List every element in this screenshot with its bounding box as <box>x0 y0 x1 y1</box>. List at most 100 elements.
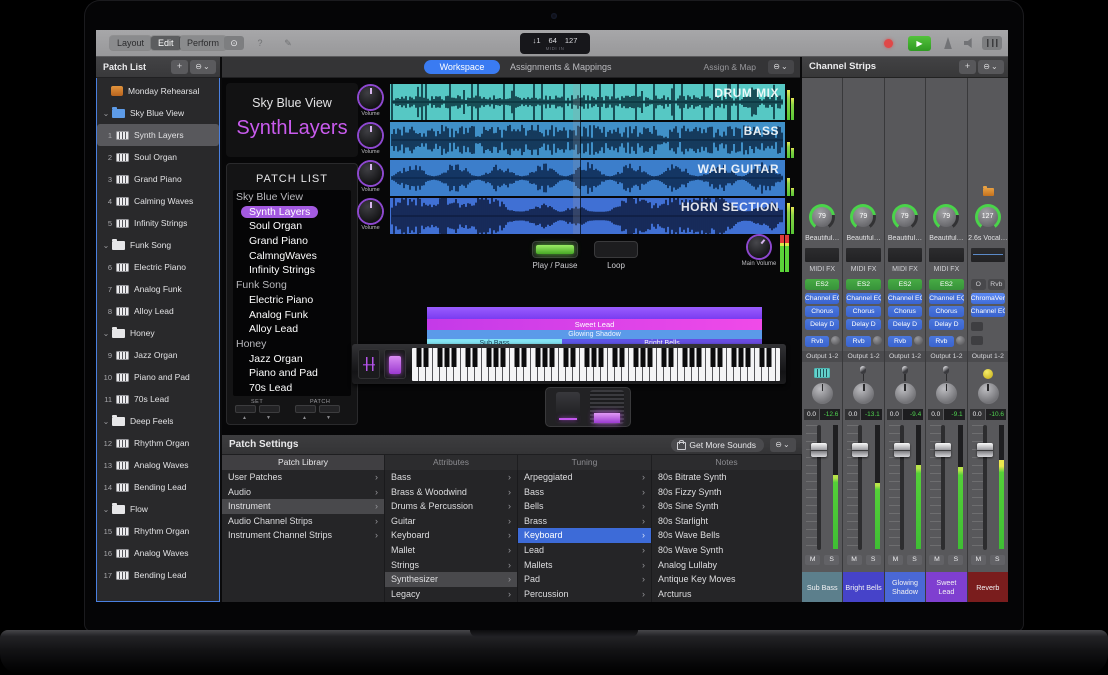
eq-thumbnail[interactable] <box>888 248 922 262</box>
list-item[interactable]: Alloy Lead <box>233 322 351 337</box>
tab-tuning[interactable]: Tuning <box>518 455 652 470</box>
tuner-button[interactable]: ✎ <box>278 36 298 50</box>
patch-item[interactable]: 8Alloy Lead <box>97 300 219 322</box>
chevron-down-icon[interactable] <box>102 241 110 250</box>
pitch-mod-wheels[interactable] <box>358 349 380 379</box>
instrument-plugin[interactable]: ES2 <box>846 279 880 290</box>
playhead[interactable] <box>573 84 580 234</box>
list-item[interactable]: Electric Piano <box>233 293 351 308</box>
patch-item[interactable]: 10Piano and Pad <box>97 366 219 388</box>
play-button[interactable]: ▶ <box>908 36 931 51</box>
list-item[interactable]: Analog Funk <box>233 308 351 323</box>
mute-button[interactable]: M <box>929 555 944 565</box>
audio-fx-plugin[interactable]: Chorus <box>846 306 880 317</box>
record-button[interactable] <box>884 39 893 48</box>
set-folder-item[interactable]: Deep Feels <box>97 410 219 432</box>
mute-button[interactable]: M <box>805 555 820 565</box>
list-item[interactable]: Guitar› <box>385 514 517 529</box>
strip-name-plate[interactable]: Sweet Lead <box>926 572 966 602</box>
instrument-plugin[interactable]: ES2 <box>929 279 963 290</box>
assign-map-button[interactable]: Assign & Map <box>704 57 756 77</box>
strip-name-plate[interactable]: Reverb <box>968 572 1008 602</box>
chevron-down-icon[interactable] <box>102 417 110 426</box>
output-selector[interactable]: Output 1-2 <box>968 351 1008 362</box>
list-item[interactable]: Mallets› <box>518 558 651 573</box>
audio-fx-plugin[interactable]: Channel EQ <box>929 293 963 304</box>
waveform-region[interactable]: WAH GUITAR <box>390 160 785 196</box>
tab-assignments-mappings[interactable]: Assignments & Mappings <box>510 57 612 77</box>
list-item[interactable]: Instrument Channel Strips› <box>222 528 384 543</box>
track-volume-knob[interactable] <box>359 200 382 223</box>
send-slot[interactable]: Rvb <box>846 336 870 347</box>
send-source-button[interactable]: Rvb <box>988 279 1005 290</box>
volume-fader[interactable] <box>804 423 840 552</box>
patch-item[interactable]: 1170s Lead <box>97 388 219 410</box>
list-item[interactable]: Instrument› <box>222 499 384 514</box>
layer-bar-top[interactable] <box>427 307 762 319</box>
volume-fader[interactable] <box>928 423 964 552</box>
set-up-button[interactable] <box>259 405 280 413</box>
audio-fx-plugin[interactable]: ChromaVerb <box>971 293 1005 304</box>
list-item[interactable]: Brass› <box>518 514 651 529</box>
solo-button[interactable]: S <box>907 555 922 565</box>
loop-button[interactable] <box>594 241 638 258</box>
list-item[interactable]: Audio Channel Strips› <box>222 514 384 529</box>
list-item[interactable]: Legacy› <box>385 587 517 602</box>
audio-fx-plugin[interactable]: Channel EQ <box>805 293 839 304</box>
patch-list-screen[interactable]: PATCH LIST Sky Blue View Synth Layers So… <box>226 163 358 425</box>
patch-display-screen[interactable]: Sky Blue View SynthLayers <box>226 83 358 157</box>
output-selector[interactable]: Output 1-2 <box>926 351 966 362</box>
waveform-region[interactable]: BASS <box>390 122 785 158</box>
volume-fader[interactable] <box>887 423 923 552</box>
patch-item[interactable]: 15Rhythm Organ <box>97 520 219 542</box>
smart-control-knob[interactable]: 79 <box>892 204 918 230</box>
pan-knob[interactable] <box>812 383 833 404</box>
list-item[interactable]: Piano and Pad <box>233 366 351 381</box>
list-item[interactable]: Infinity Strings <box>233 263 351 278</box>
channel-strips-menu-button[interactable]: ⊖⌄ <box>978 60 1004 74</box>
patch-item[interactable]: 9Jazz Organ <box>97 344 219 366</box>
list-item[interactable]: Soul Organ <box>233 219 351 234</box>
list-item[interactable]: Drums & Percussion› <box>385 499 517 514</box>
track-volume-knob[interactable] <box>359 162 382 185</box>
get-more-sounds-button[interactable]: Get More Sounds <box>671 438 764 452</box>
list-item[interactable]: Synth Layers <box>233 205 351 220</box>
patch-item[interactable]: 12Rhythm Organ <box>97 432 219 454</box>
list-item[interactable]: Antique Key Moves <box>652 572 802 587</box>
audio-fx-plugin[interactable]: Channel EQ <box>888 293 922 304</box>
bypass-button[interactable]: O <box>971 279 986 290</box>
list-item[interactable]: Lead› <box>518 543 651 558</box>
pan-knob[interactable] <box>853 383 874 404</box>
send-slot[interactable]: Rvb <box>888 336 912 347</box>
plugin-thumbnail[interactable] <box>971 248 1005 262</box>
controller-pad[interactable] <box>384 349 406 379</box>
output-selector[interactable]: Output 1-2 <box>843 351 883 362</box>
waveform-region[interactable]: DRUM MIX <box>390 84 785 120</box>
list-item[interactable]: 80s Wave Bells <box>652 528 802 543</box>
solo-button[interactable]: S <box>948 555 963 565</box>
metronome-icon[interactable] <box>942 37 954 49</box>
list-item[interactable]: 80s Sine Synth <box>652 499 802 514</box>
layer-sweet-lead[interactable]: Sweet Lead <box>427 319 762 330</box>
track-volume-knob[interactable] <box>359 86 382 109</box>
audio-fx-plugin[interactable]: Chorus <box>805 306 839 317</box>
list-item[interactable]: Grand Piano <box>233 234 351 249</box>
instrument-plugin[interactable]: ES2 <box>805 279 839 290</box>
eq-thumbnail[interactable] <box>929 248 963 262</box>
strip-name-plate[interactable]: Bright Bells <box>843 572 883 602</box>
monitors-button[interactable] <box>982 36 1002 50</box>
edit-mode-button[interactable]: Edit <box>151 36 181 50</box>
eq-thumbnail[interactable] <box>805 248 839 262</box>
mute-button[interactable]: M <box>888 555 903 565</box>
patch-item[interactable]: 17Bending Lead <box>97 564 219 586</box>
audio-fx-plugin[interactable]: Delay D <box>888 319 922 330</box>
audio-fx-plugin[interactable]: Channel EQ <box>846 293 880 304</box>
patch-item[interactable]: 16Analog Waves <box>97 542 219 564</box>
setting-name[interactable]: Beautiful… <box>843 235 883 242</box>
strip-name-plate[interactable]: Glowing Shadow <box>885 572 925 602</box>
list-item[interactable]: Arpeggiated› <box>518 470 651 485</box>
list-item[interactable]: Pad› <box>518 572 651 587</box>
panic-button[interactable]: ⊙ <box>224 36 244 50</box>
concert-item[interactable]: Monday Rehearsal <box>97 80 219 102</box>
patch-item[interactable]: 1Synth Layers <box>97 124 219 146</box>
